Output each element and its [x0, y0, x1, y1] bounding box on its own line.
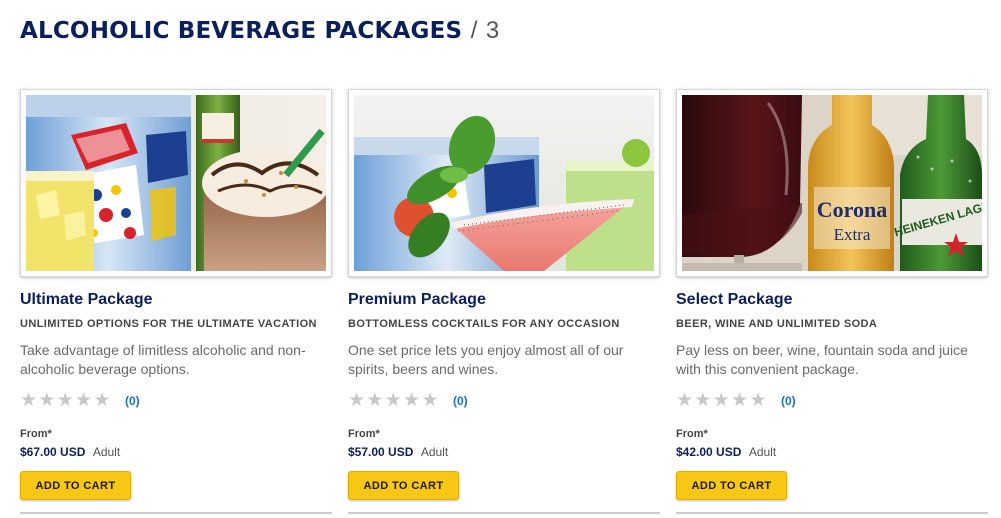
ultimate-drinks-photo — [26, 95, 326, 271]
package-subtitle: UNLIMITED OPTIONS FOR THE ULTIMATE VACAT… — [20, 318, 317, 330]
star-icon: ★ — [348, 390, 366, 411]
price-unit: Adult — [748, 445, 777, 459]
star-icon: ★ — [421, 390, 439, 411]
package-card-select: Corona Extra HEINEKEN LAGE Select Packag… — [676, 89, 988, 518]
package-count: 3 — [485, 17, 500, 44]
star-rating: ★ ★ ★ ★ ★ — [676, 391, 768, 411]
price: $67.00 USD — [20, 445, 86, 459]
card-divider — [348, 512, 660, 514]
price: $57.00 USD — [348, 445, 414, 459]
rating: ★ ★ ★ ★ ★ (0) — [348, 391, 468, 411]
star-icon: ★ — [93, 390, 111, 411]
review-count-link[interactable]: (0) — [125, 394, 140, 408]
star-icon: ★ — [384, 390, 402, 411]
package-title[interactable]: Select Package — [676, 291, 793, 309]
page-title: ALCOHOLIC BEVERAGE PACKAGES / 3 — [20, 17, 499, 47]
add-to-cart-button[interactable]: ADD TO CART — [676, 471, 787, 500]
package-image-select[interactable]: Corona Extra HEINEKEN LAGE — [676, 89, 988, 277]
star-icon: ★ — [366, 390, 384, 411]
package-card-ultimate: Ultimate Package UNLIMITED OPTIONS FOR T… — [20, 89, 332, 518]
package-image-premium[interactable] — [348, 89, 660, 277]
star-rating: ★ ★ ★ ★ ★ — [348, 391, 440, 411]
package-description: One set price lets you enjoy almost all … — [348, 342, 624, 377]
from-label: From* — [676, 428, 708, 440]
review-count-link[interactable]: (0) — [781, 394, 796, 408]
price-line: $42.00 USD Adult — [676, 443, 776, 461]
from-label: From* — [20, 428, 52, 440]
package-title[interactable]: Premium Package — [348, 291, 486, 309]
package-image-ultimate[interactable] — [20, 89, 332, 277]
card-divider — [676, 512, 988, 514]
package-subtitle: BEER, WINE AND UNLIMITED SODA — [676, 318, 878, 330]
star-icon: ★ — [676, 390, 694, 411]
star-icon: ★ — [403, 390, 421, 411]
price-line: $57.00 USD Adult — [348, 443, 448, 461]
price-line: $67.00 USD Adult — [20, 443, 120, 461]
review-count-link[interactable]: (0) — [453, 394, 468, 408]
star-icon: ★ — [694, 390, 712, 411]
card-divider — [20, 512, 332, 514]
page-title-text: ALCOHOLIC BEVERAGE PACKAGES — [20, 18, 463, 44]
package-subtitle: BOTTOMLESS COCKTAILS FOR ANY OCCASION — [348, 318, 620, 330]
from-label: From* — [348, 428, 380, 440]
star-rating: ★ ★ ★ ★ ★ — [20, 391, 112, 411]
star-icon: ★ — [712, 390, 730, 411]
star-icon: ★ — [731, 390, 749, 411]
price-unit: Adult — [92, 445, 121, 459]
rating: ★ ★ ★ ★ ★ (0) — [20, 391, 140, 411]
star-icon: ★ — [20, 390, 38, 411]
rating: ★ ★ ★ ★ ★ (0) — [676, 391, 796, 411]
premium-cocktails-photo — [354, 95, 654, 271]
star-icon: ★ — [749, 390, 767, 411]
package-title[interactable]: Ultimate Package — [20, 291, 153, 309]
star-icon: ★ — [75, 390, 93, 411]
add-to-cart-button[interactable]: ADD TO CART — [20, 471, 131, 500]
corona-label-text: Corona — [817, 197, 888, 222]
price: $42.00 USD — [676, 445, 742, 459]
price-unit: Adult — [420, 445, 449, 459]
title-separator: / — [470, 17, 478, 44]
select-beer-wine-photo: Corona Extra HEINEKEN LAGE — [682, 95, 982, 271]
star-icon: ★ — [56, 390, 74, 411]
add-to-cart-button[interactable]: ADD TO CART — [348, 471, 459, 500]
package-card-premium: Premium Package BOTTOMLESS COCKTAILS FOR… — [348, 89, 660, 518]
star-icon: ★ — [38, 390, 56, 411]
package-description: Take advantage of limitless alcoholic an… — [20, 342, 306, 377]
corona-extra-text: Extra — [834, 225, 871, 244]
package-description: Pay less on beer, wine, fountain soda an… — [676, 342, 968, 377]
